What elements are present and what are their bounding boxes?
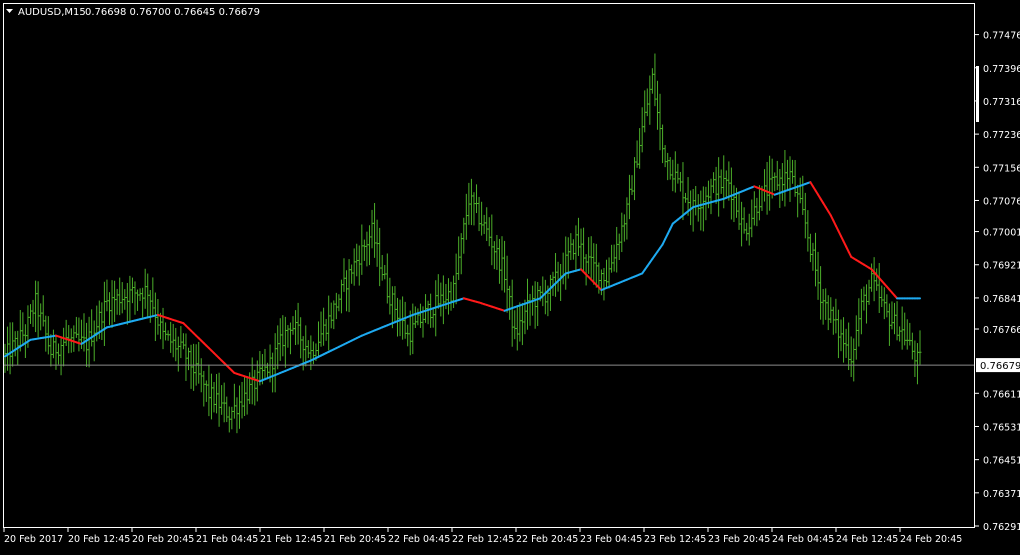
- symbol-label: AUDUSD,M15: [18, 7, 86, 18]
- y-tick-label: 0.76766: [983, 325, 1020, 336]
- x-tick-label: 23 Feb 04:45: [580, 534, 642, 545]
- y-tick-label: 0.76841: [983, 294, 1020, 305]
- x-tick-label: 20 Feb 2017: [4, 534, 63, 545]
- x-tick-label: 20 Feb 20:45: [132, 534, 194, 545]
- current-price-label: 0.76679: [980, 361, 1020, 372]
- y-tick-label: 0.77396: [983, 64, 1020, 75]
- y-tick-label: 0.76291: [983, 522, 1020, 533]
- price-chart[interactable]: 0.77476 0.77396 0.77316 0.77236 0.77156 0.770…: [0, 0, 1020, 551]
- x-tick-label: 24 Feb 04:45: [772, 534, 834, 545]
- y-tick-label: 0.77156: [983, 163, 1020, 174]
- x-tick-label: 22 Feb 12:45: [452, 534, 514, 545]
- x-tick-label: 22 Feb 04:45: [388, 534, 450, 545]
- y-tick-label: 0.76611: [983, 389, 1020, 400]
- quote-values: 0.76698 0.76700 0.76645 0.76679: [85, 7, 260, 18]
- chart-background: [0, 0, 1020, 551]
- y-tick-label: 0.76531: [983, 422, 1020, 433]
- y-tick-label: 0.77316: [983, 97, 1020, 108]
- y-tick-label: 0.77236: [983, 130, 1020, 141]
- x-tick-label: 21 Feb 12:45: [260, 534, 322, 545]
- x-tick-label: 21 Feb 04:45: [196, 534, 258, 545]
- y-tick-label: 0.76921: [983, 261, 1020, 272]
- x-tick-label: 23 Feb 12:45: [644, 534, 706, 545]
- y-tick-label: 0.77076: [983, 196, 1020, 207]
- x-tick-label: 23 Feb 20:45: [708, 534, 770, 545]
- y-tick-label: 0.77476: [983, 31, 1020, 42]
- x-tick-label: 24 Feb 20:45: [900, 534, 962, 545]
- scroll-marker[interactable]: [976, 66, 979, 122]
- y-tick-label: 0.77001: [983, 228, 1020, 239]
- y-tick-label: 0.76451: [983, 456, 1020, 467]
- x-tick-label: 24 Feb 12:45: [836, 534, 898, 545]
- x-tick-label: 20 Feb 12:45: [68, 534, 130, 545]
- chart-canvas[interactable]: 0.77476 0.77396 0.77316 0.77236 0.77156 0.770…: [0, 0, 1020, 551]
- x-tick-label: 21 Feb 20:45: [324, 534, 386, 545]
- y-tick-label: 0.76371: [983, 489, 1020, 500]
- x-tick-label: 22 Feb 20:45: [516, 534, 578, 545]
